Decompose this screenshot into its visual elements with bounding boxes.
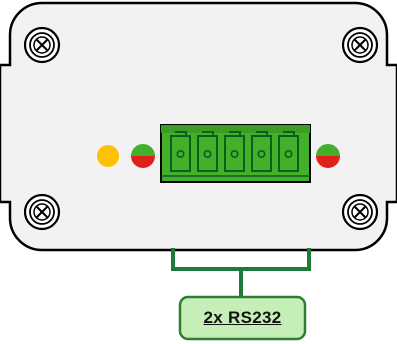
terminal-block-connector xyxy=(160,124,311,183)
screw-top-left-icon xyxy=(23,26,61,64)
callout-label: 2x RS232 xyxy=(203,308,282,327)
screw-bottom-left-icon xyxy=(23,193,61,231)
connector-pin-1 xyxy=(170,131,191,172)
status-led-right xyxy=(316,144,340,168)
connector-pin-5 xyxy=(278,131,299,172)
screw-bottom-right-icon xyxy=(341,193,379,231)
connector-pin-2 xyxy=(197,131,218,172)
screw-top-right-icon xyxy=(341,26,379,64)
status-led-left xyxy=(131,144,155,168)
device-diagram xyxy=(0,1,397,341)
connector-pin-4 xyxy=(251,131,272,172)
connector-pin-3 xyxy=(224,131,245,172)
callout-bracket xyxy=(171,248,311,296)
status-led-yellow xyxy=(97,145,119,167)
